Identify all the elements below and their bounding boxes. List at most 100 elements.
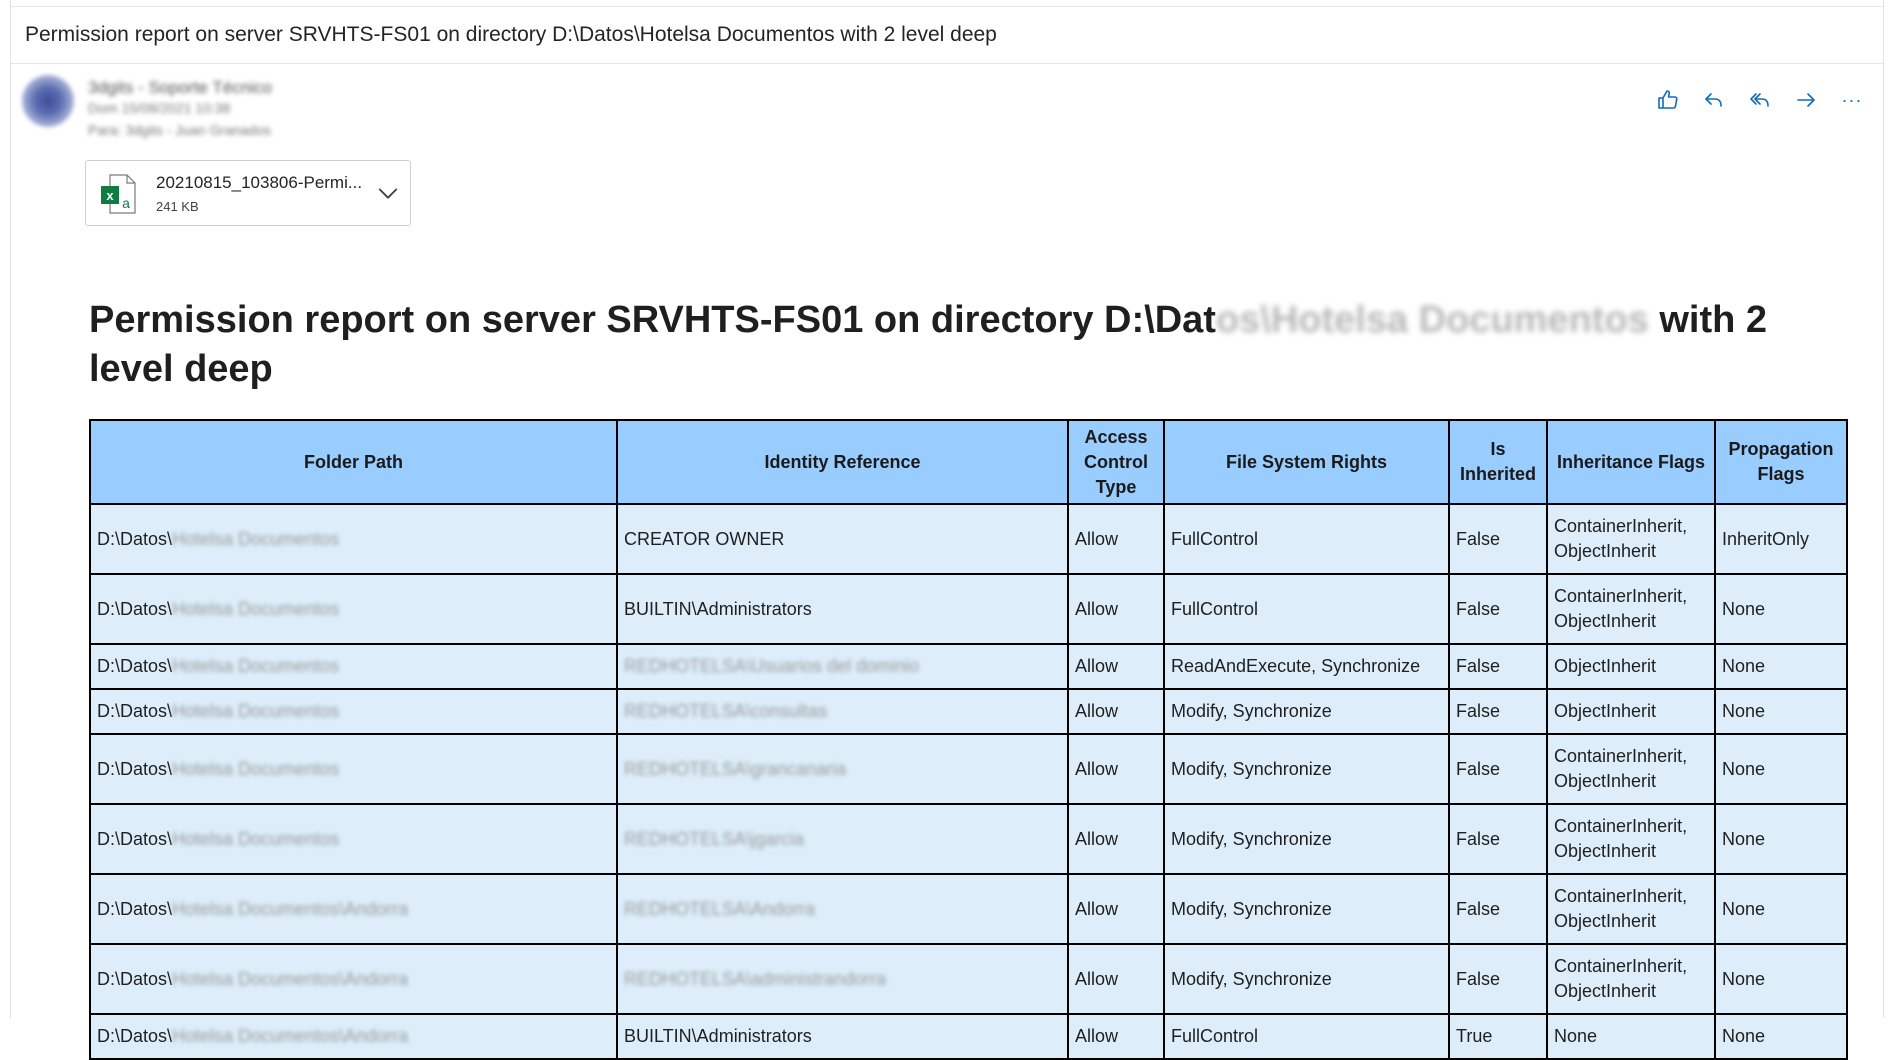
folder-path-cell: D:\Datos\Hotelsa Documentos: [89, 803, 618, 875]
more-icon: ···: [1841, 89, 1863, 110]
thumbs-up-icon[interactable]: [1656, 88, 1680, 112]
folder-path-prefix: D:\Datos\: [97, 598, 173, 619]
subject-bar: Permission report on server SRVHTS-FS01 …: [10, 6, 1884, 64]
sent-date: Dom 15/08/2021 10:38: [88, 100, 231, 116]
folder-path-cell: D:\Datos\Hotelsa Documentos\Andorra: [89, 943, 618, 1015]
identity-cell: REDHOTELSA\consultas: [616, 688, 1069, 735]
propagation-flags-cell: None: [1714, 733, 1848, 805]
rights-cell: Modify, Synchronize: [1163, 803, 1450, 875]
identity-cell: BUILTIN\Administrators: [616, 1013, 1069, 1060]
folder-path-prefix: D:\Datos\: [97, 528, 173, 549]
rights-cell: Modify, Synchronize: [1163, 873, 1450, 945]
table-row: D:\Datos\Hotelsa Documentos BUILTIN\Admin…: [89, 573, 1848, 645]
folder-path-prefix: D:\Datos\: [97, 1026, 173, 1046]
identity-redacted: REDHOTELSA\jgarcia: [624, 828, 805, 849]
reply-all-icon[interactable]: [1748, 88, 1772, 112]
identity-cell: REDHOTELSA\administrandorra: [616, 943, 1069, 1015]
folder-path-cell: D:\Datos\Hotelsa Documentos: [89, 573, 618, 645]
access-type-cell: Allow: [1067, 733, 1165, 805]
sender-name[interactable]: 3dgits - Soporte Técnico: [88, 78, 272, 100]
folder-path-redacted: Hotelsa Documentos: [172, 598, 340, 619]
folder-path-redacted: Hotelsa Documentos\Andorra: [172, 968, 409, 989]
report-title-text: Permission report on server SRVHTS-FS01 …: [89, 299, 1216, 341]
propagation-flags-cell: InheritOnly: [1714, 503, 1848, 575]
table-row: D:\Datos\Hotelsa Documentos REDHOTELSA\jg…: [89, 803, 1848, 875]
inheritance-flags-cell: None: [1546, 1013, 1716, 1060]
folder-path-redacted: Hotelsa Documentos\Andorra: [172, 1026, 409, 1046]
propagation-flags-cell: None: [1714, 643, 1848, 690]
inherited-cell: False: [1448, 943, 1548, 1015]
identity-cell: REDHOTELSA\Usuarios del dominio: [616, 643, 1069, 690]
column-header: Identity Reference: [616, 419, 1069, 505]
forward-icon[interactable]: [1794, 88, 1818, 112]
table-header-row: Folder Path Identity Reference Access Co…: [89, 419, 1848, 505]
access-type-cell: Allow: [1067, 943, 1165, 1015]
column-header: Is Inherited: [1448, 419, 1548, 505]
propagation-flags-cell: None: [1714, 1013, 1848, 1060]
identity-redacted: REDHOTELSA\grancanaria: [624, 758, 847, 779]
inherited-cell: False: [1448, 688, 1548, 735]
excel-file-icon: x a: [101, 174, 136, 214]
attachment-size: 241 KB: [156, 199, 199, 214]
identity-redacted: REDHOTELSA\administrandorra: [624, 968, 887, 989]
access-type-cell: Allow: [1067, 573, 1165, 645]
sender-avatar[interactable]: [22, 75, 74, 127]
folder-path-prefix: D:\Datos\: [97, 656, 173, 676]
more-actions-button[interactable]: ···: [1840, 88, 1864, 112]
folder-path-cell: D:\Datos\Hotelsa Documentos: [89, 503, 618, 575]
folder-path-prefix: D:\Datos\: [97, 898, 173, 919]
inherited-cell: False: [1448, 503, 1548, 575]
sender-info: 3dgits - Soporte Técnico Dom 15/08/2021 …: [88, 78, 272, 138]
table-row: D:\Datos\Hotelsa Documentos\Andorra REDHO…: [89, 873, 1848, 945]
propagation-flags-cell: None: [1714, 943, 1848, 1015]
folder-path-cell: D:\Datos\Hotelsa Documentos: [89, 643, 618, 690]
email-subject: Permission report on server SRVHTS-FS01 …: [25, 23, 997, 46]
identity-cell: REDHOTELSA\jgarcia: [616, 803, 1069, 875]
folder-path-prefix: D:\Datos\: [97, 701, 173, 721]
identity-cell: REDHOTELSA\grancanaria: [616, 733, 1069, 805]
identity-cell: BUILTIN\Administrators: [616, 573, 1069, 645]
rights-cell: Modify, Synchronize: [1163, 688, 1450, 735]
table-row: D:\Datos\Hotelsa Documentos\Andorra REDHO…: [89, 943, 1848, 1015]
chevron-down-icon[interactable]: [374, 179, 402, 207]
propagation-flags-cell: None: [1714, 803, 1848, 875]
folder-path-prefix: D:\Datos\: [97, 828, 173, 849]
inheritance-flags-cell: ObjectInherit: [1546, 688, 1716, 735]
rights-cell: Modify, Synchronize: [1163, 943, 1450, 1015]
rights-cell: FullControl: [1163, 503, 1450, 575]
inheritance-flags-cell: ContainerInherit, ObjectInherit: [1546, 503, 1716, 575]
svg-text:x: x: [106, 188, 114, 203]
table-row: D:\Datos\Hotelsa Documentos REDHOTELSA\gr…: [89, 733, 1848, 805]
access-type-cell: Allow: [1067, 643, 1165, 690]
folder-path-cell: D:\Datos\Hotelsa Documentos\Andorra: [89, 873, 618, 945]
svg-text:a: a: [122, 195, 130, 211]
inherited-cell: False: [1448, 733, 1548, 805]
identity-text: BUILTIN\Administrators: [624, 598, 812, 619]
folder-path-redacted: Hotelsa Documentos: [172, 828, 340, 849]
folder-path-prefix: D:\Datos\: [97, 758, 173, 779]
report-title-redacted: os\Hotelsa Documentos: [1215, 299, 1649, 341]
propagation-flags-cell: None: [1714, 873, 1848, 945]
inherited-cell: False: [1448, 873, 1548, 945]
access-type-cell: Allow: [1067, 1013, 1165, 1060]
access-type-cell: Allow: [1067, 873, 1165, 945]
inherited-cell: False: [1448, 573, 1548, 645]
folder-path-redacted: Hotelsa Documentos: [172, 758, 340, 779]
inheritance-flags-cell: ObjectInherit: [1546, 643, 1716, 690]
identity-cell: REDHOTELSA\Andorra: [616, 873, 1069, 945]
identity-text: BUILTIN\Administrators: [624, 1026, 812, 1046]
identity-cell: CREATOR OWNER: [616, 503, 1069, 575]
folder-path-prefix: D:\Datos\: [97, 968, 173, 989]
table-row: D:\Datos\Hotelsa Documentos REDHOTELSA\Us…: [89, 643, 1848, 690]
attachment-card[interactable]: x a 20210815_103806-Permi... 241 KB: [85, 160, 411, 226]
inherited-cell: False: [1448, 803, 1548, 875]
column-header: Inheritance Flags: [1546, 419, 1716, 505]
reply-icon[interactable]: [1702, 88, 1726, 112]
inheritance-flags-cell: ContainerInherit, ObjectInherit: [1546, 573, 1716, 645]
inherited-cell: False: [1448, 643, 1548, 690]
attachment-name: 20210815_103806-Permi...: [156, 173, 363, 192]
identity-redacted: REDHOTELSA\consultas: [624, 701, 828, 721]
recipient-line: Para: 3dgits - Juan Granados: [88, 122, 271, 138]
access-type-cell: Allow: [1067, 503, 1165, 575]
folder-path-cell: D:\Datos\Hotelsa Documentos: [89, 733, 618, 805]
